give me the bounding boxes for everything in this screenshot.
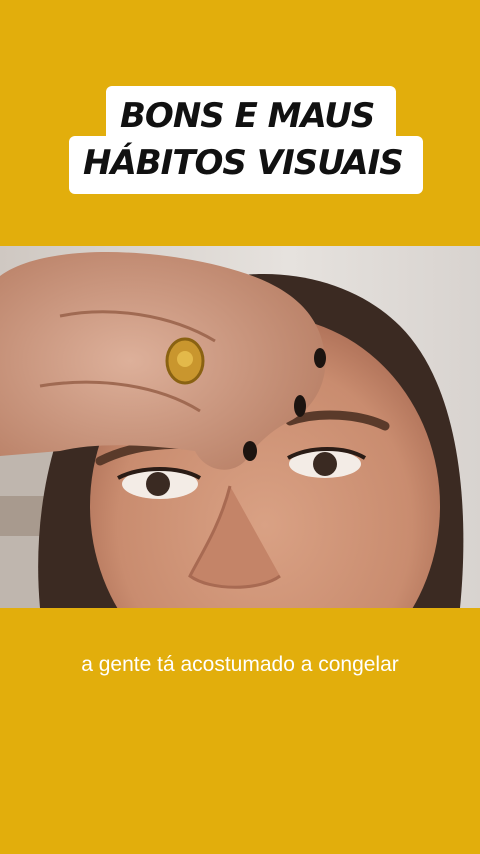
video-still (0, 246, 480, 608)
title-line-1: BONS E MAUS (106, 86, 397, 142)
title-line-2: HÁBITOS VISUAIS (69, 136, 423, 194)
video-frame[interactable] (0, 246, 480, 608)
title-block: BONS E MAUS HÁBITOS VISUAIS (0, 0, 480, 240)
video-caption: a gente tá acostumado a congelar (81, 653, 399, 676)
